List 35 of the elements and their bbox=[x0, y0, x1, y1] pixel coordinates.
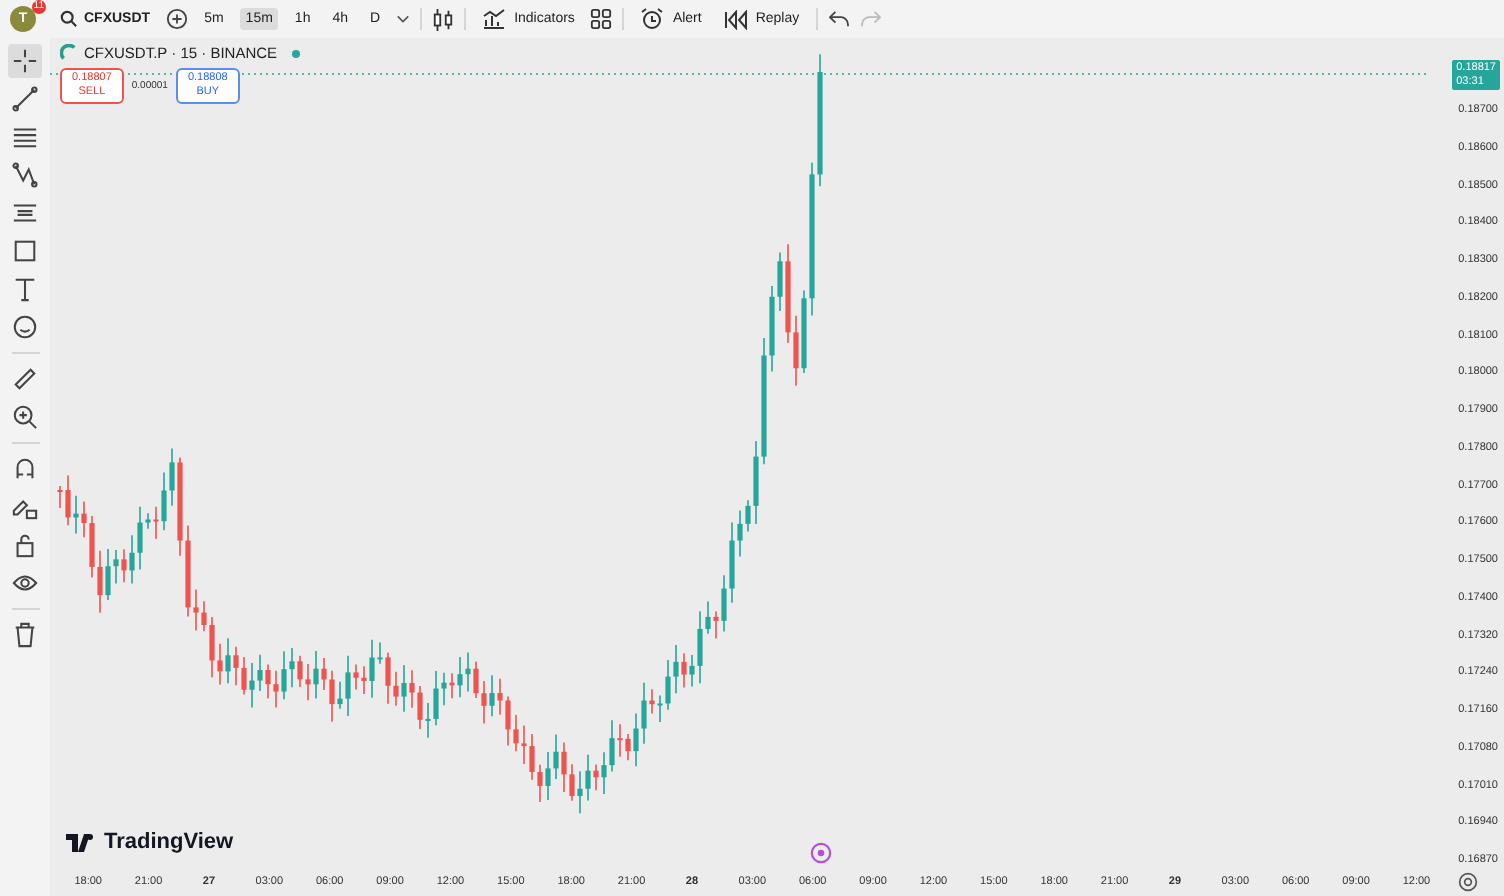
grid-icon[interactable] bbox=[590, 8, 613, 30]
crosshair-icon bbox=[12, 48, 38, 74]
eye-icon bbox=[12, 570, 38, 596]
projection-icon bbox=[12, 200, 38, 226]
trend-line-icon bbox=[12, 86, 38, 112]
magnet-icon bbox=[12, 456, 38, 482]
symbol-logo-icon bbox=[60, 44, 78, 62]
text-tool-icon bbox=[12, 276, 38, 302]
target-icon[interactable] bbox=[810, 842, 832, 864]
ruler-icon bbox=[12, 366, 38, 392]
zoom-icon bbox=[12, 404, 38, 430]
drawing-tool-button[interactable] bbox=[8, 400, 42, 434]
replay-icon bbox=[723, 9, 748, 29]
pattern-icon bbox=[12, 162, 38, 188]
undo-icon[interactable] bbox=[827, 10, 850, 28]
pencil-lock-icon bbox=[12, 494, 38, 520]
logo-icon bbox=[66, 833, 98, 851]
settings-icon[interactable] bbox=[1457, 871, 1477, 891]
drawing-tool-button[interactable] bbox=[8, 82, 42, 116]
rectangle-icon bbox=[12, 238, 38, 264]
search-icon bbox=[60, 10, 78, 28]
lock-icon bbox=[12, 532, 38, 558]
drawing-tool-button[interactable] bbox=[8, 44, 42, 78]
trash-icon bbox=[12, 622, 38, 648]
horizontal-lines-icon bbox=[12, 124, 38, 150]
candles-icon[interactable] bbox=[432, 7, 455, 31]
chart-icon bbox=[482, 8, 507, 30]
chevron-down-icon[interactable] bbox=[396, 12, 411, 26]
add-icon[interactable] bbox=[166, 8, 189, 30]
alarm-icon bbox=[640, 8, 665, 30]
drawing-tool-button[interactable] bbox=[8, 158, 42, 192]
smiley-icon bbox=[12, 314, 38, 340]
drawing-tool-button[interactable] bbox=[8, 310, 42, 344]
brand-name: TradingView bbox=[104, 830, 234, 854]
drawing-tool-button[interactable] bbox=[8, 362, 42, 396]
